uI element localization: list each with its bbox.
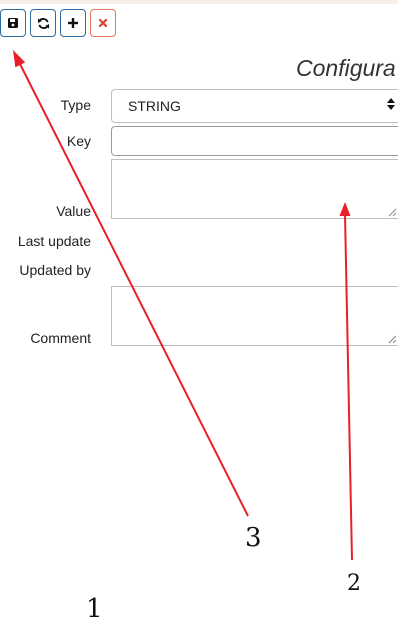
annotation-label-2: 2 [347, 571, 361, 596]
arrowhead-2 [339, 202, 351, 216]
annotation-arrow-2 [344, 213, 353, 561]
annotation-arrows [13, 50, 353, 561]
annotation-label-3: 3 [245, 523, 262, 553]
annotation-arrow-3 [18, 61, 249, 517]
annotation-label-1: 1 [86, 594, 103, 624]
arrowhead-3 [13, 50, 26, 68]
